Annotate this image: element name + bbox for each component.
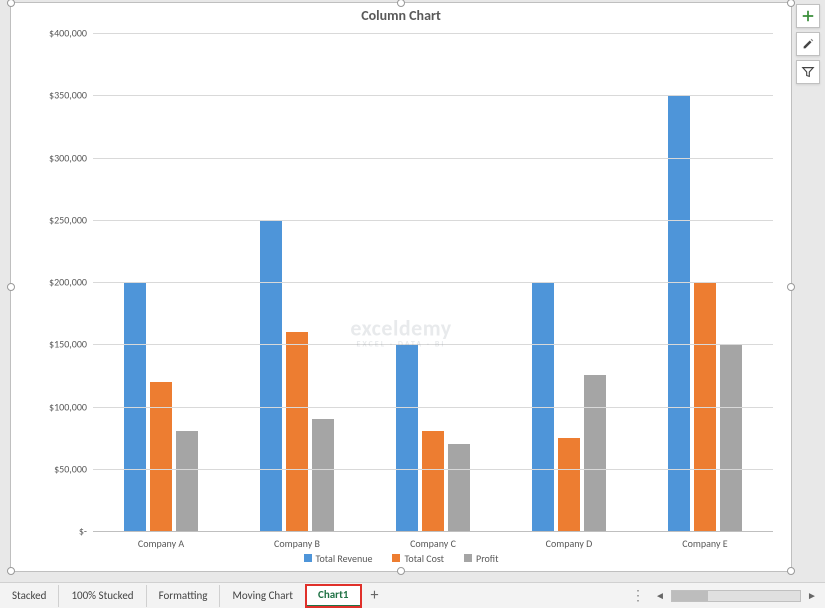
plot-wrapper: $-$50,000$100,000$150,000$200,000$250,00… xyxy=(39,33,773,531)
bar-total-cost[interactable] xyxy=(422,431,444,531)
resize-handle-right-middle[interactable] xyxy=(787,283,795,291)
sheet-tab-formatting[interactable]: Formatting xyxy=(147,585,221,607)
bar-total-revenue[interactable] xyxy=(396,344,418,531)
y-tick-label: $250,000 xyxy=(39,213,87,226)
scroll-left-button[interactable]: ◄ xyxy=(653,589,667,603)
y-axis: $-$50,000$100,000$150,000$200,000$250,00… xyxy=(39,33,91,531)
plot-area[interactable]: Company ACompany BCompany CCompany DComp… xyxy=(93,33,773,531)
bar-profit[interactable] xyxy=(720,344,742,531)
gridline xyxy=(93,469,773,470)
workspace: Column Chart $-$50,000$100,000$150,000$2… xyxy=(0,0,825,608)
bar-profit[interactable] xyxy=(176,431,198,531)
resize-handle-left-middle[interactable] xyxy=(7,283,15,291)
gridline xyxy=(93,531,773,532)
sheet-tab-stacked[interactable]: Stacked xyxy=(0,585,59,607)
scroll-track[interactable] xyxy=(671,590,801,602)
chart-frame[interactable]: Column Chart $-$50,000$100,000$150,000$2… xyxy=(10,2,792,572)
legend-swatch xyxy=(392,554,400,562)
y-tick-label: $- xyxy=(39,525,87,538)
sheet-tabs: Stacked100% StuckedFormattingMoving Char… xyxy=(0,585,361,607)
resize-handle-bottom-right[interactable] xyxy=(787,567,795,575)
gridline xyxy=(93,158,773,159)
chart-tools xyxy=(796,4,820,84)
legend-label: Total Cost xyxy=(404,552,444,565)
scroll-thumb[interactable] xyxy=(672,591,708,601)
plus-icon: + xyxy=(370,586,378,605)
bar-total-revenue[interactable] xyxy=(260,220,282,531)
resize-handle-top-right[interactable] xyxy=(787,0,795,7)
y-tick-label: $400,000 xyxy=(39,27,87,40)
bar-total-cost[interactable] xyxy=(558,438,580,531)
gridline xyxy=(93,33,773,34)
gridline xyxy=(93,407,773,408)
category-label: Company B xyxy=(229,531,365,550)
gridline xyxy=(93,282,773,283)
tab-options-button[interactable]: ⋮ xyxy=(627,587,649,604)
y-tick-label: $300,000 xyxy=(39,151,87,164)
legend-swatch xyxy=(464,554,472,562)
chart-elements-button[interactable] xyxy=(796,4,820,28)
y-tick-label: $350,000 xyxy=(39,89,87,102)
y-tick-label: $150,000 xyxy=(39,338,87,351)
legend-item[interactable]: Total Cost xyxy=(392,552,444,565)
category-label: Company D xyxy=(501,531,637,550)
resize-handle-bottom-middle[interactable] xyxy=(397,567,405,575)
sheet-tab-moving-chart[interactable]: Moving Chart xyxy=(220,585,306,607)
y-tick-label: $100,000 xyxy=(39,400,87,413)
gridline xyxy=(93,220,773,221)
bar-total-cost[interactable] xyxy=(286,332,308,531)
chart-filters-button[interactable] xyxy=(796,60,820,84)
horizontal-scroll-region: ⋮ ◄ ► xyxy=(627,587,825,604)
y-tick-label: $200,000 xyxy=(39,276,87,289)
legend-item[interactable]: Profit xyxy=(464,552,498,565)
gridline xyxy=(93,344,773,345)
funnel-icon xyxy=(801,65,815,79)
sheet-tab-100-stucked[interactable]: 100% Stucked xyxy=(59,585,146,607)
y-tick-label: $50,000 xyxy=(39,462,87,475)
chart-styles-button[interactable] xyxy=(796,32,820,56)
category-label: Company C xyxy=(365,531,501,550)
bar-total-cost[interactable] xyxy=(150,382,172,531)
legend-label: Profit xyxy=(476,552,498,565)
sheet-tab-strip: Stacked100% StuckedFormattingMoving Char… xyxy=(0,582,825,608)
gridline xyxy=(93,95,773,96)
sheet-tab-chart1[interactable]: Chart1 xyxy=(306,585,361,607)
plus-icon xyxy=(801,9,815,23)
add-sheet-button[interactable]: + xyxy=(361,586,387,605)
resize-handle-bottom-left[interactable] xyxy=(7,567,15,575)
category-label: Company A xyxy=(93,531,229,550)
brush-icon xyxy=(801,37,815,51)
bar-profit[interactable] xyxy=(448,444,470,531)
legend-item[interactable]: Total Revenue xyxy=(304,552,373,565)
bar-profit[interactable] xyxy=(312,419,334,531)
legend-swatch xyxy=(304,554,312,562)
legend[interactable]: Total Revenue Total Cost Profit xyxy=(11,552,791,566)
scroll-right-button[interactable]: ► xyxy=(805,589,819,603)
bar-total-revenue[interactable] xyxy=(668,95,690,531)
legend-label: Total Revenue xyxy=(316,552,373,565)
bar-profit[interactable] xyxy=(584,375,606,531)
category-label: Company E xyxy=(637,531,773,550)
